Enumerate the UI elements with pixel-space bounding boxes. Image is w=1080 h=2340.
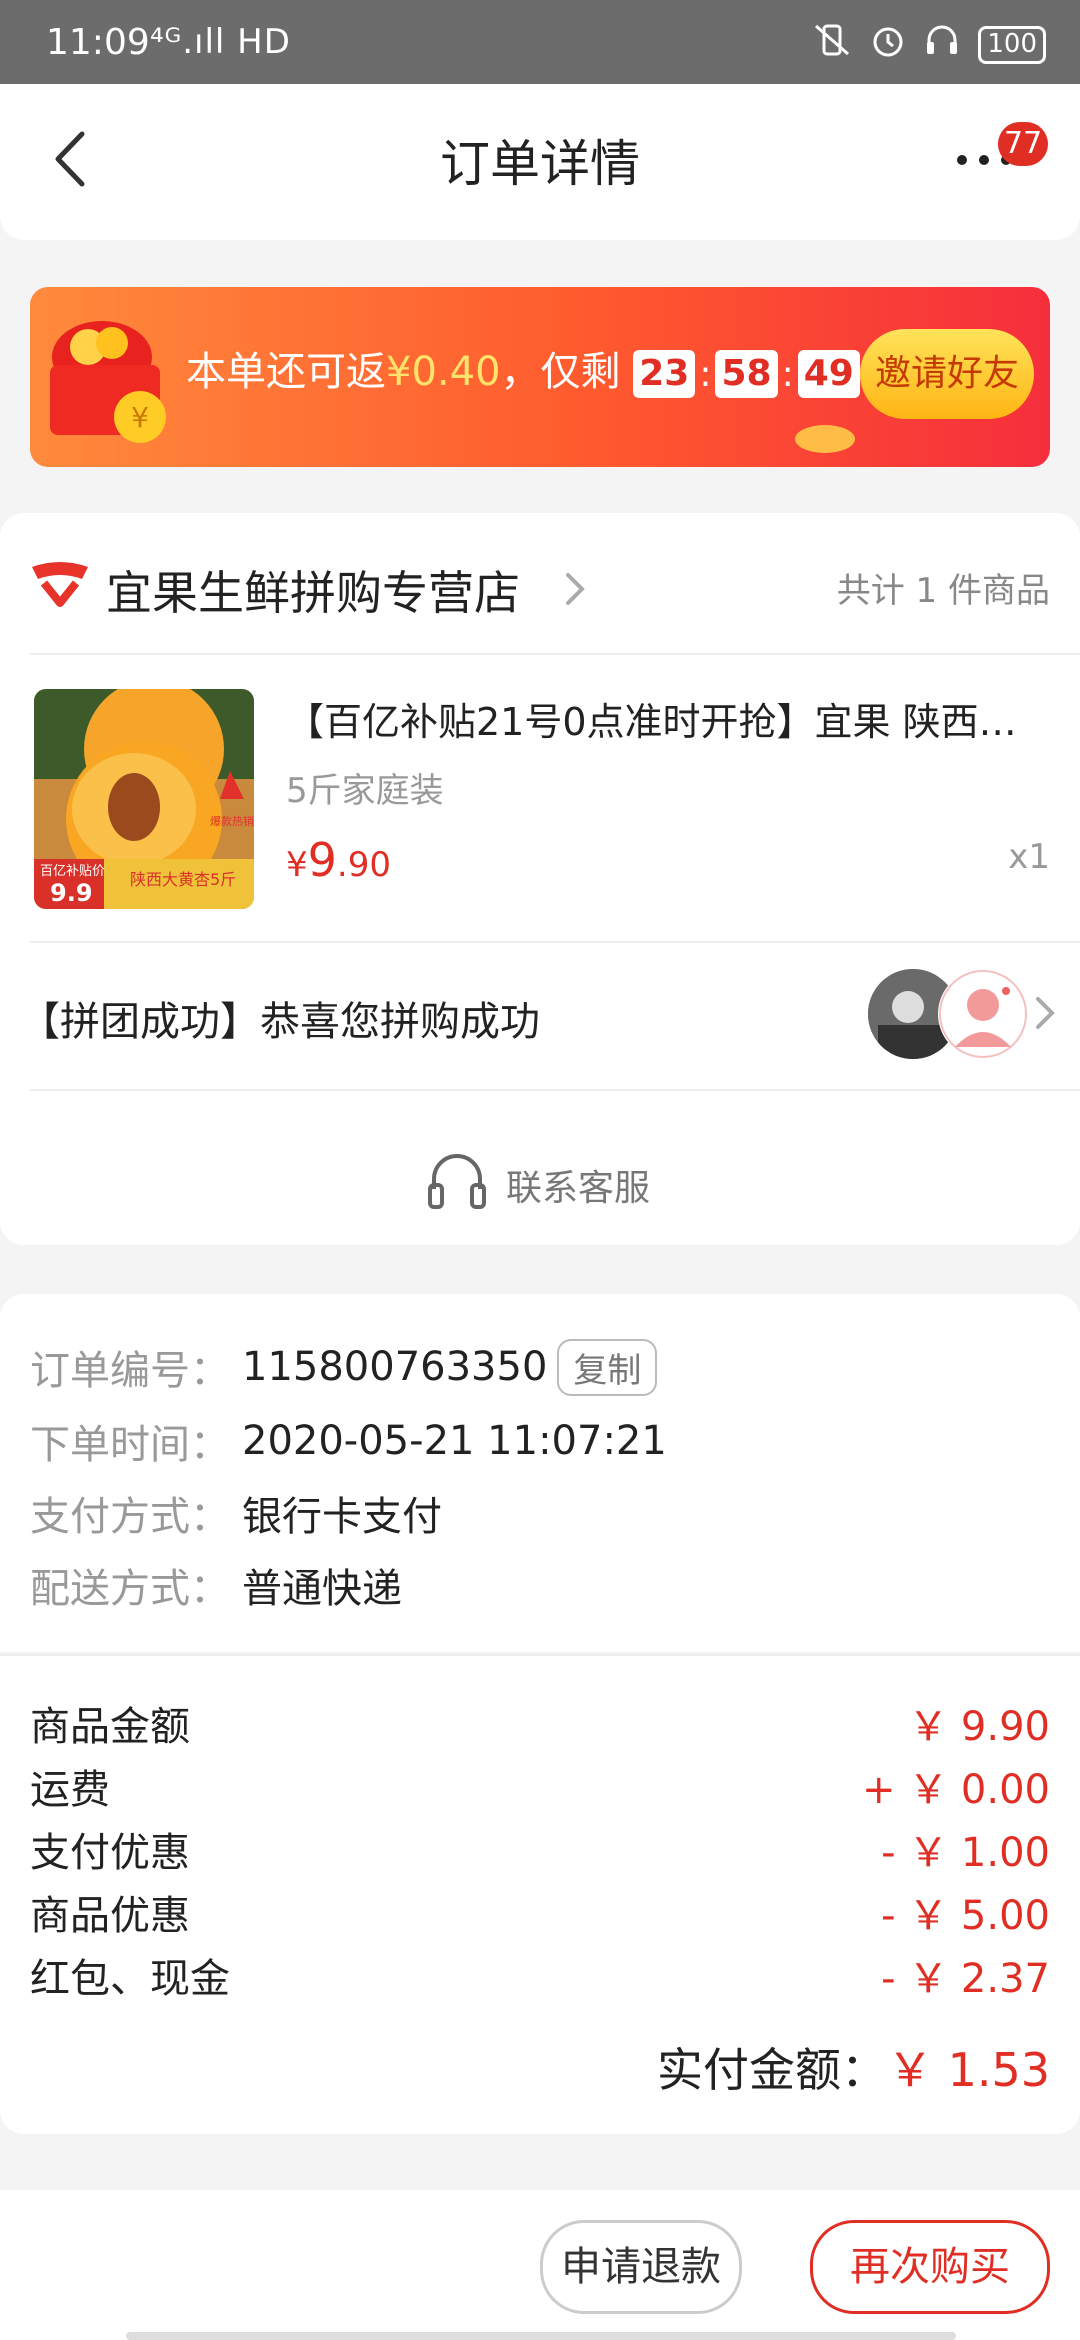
- divider: [30, 653, 1080, 655]
- amount-value: ￥ 9.90: [908, 1704, 1050, 1750]
- item-count: 共计 1 件商品: [836, 571, 1050, 611]
- contact-service-label: 联系客服: [506, 1168, 651, 1209]
- group-status[interactable]: 【拼团成功】恭喜您拼购成功: [20, 989, 540, 1047]
- delivery-method-value: 普通快递: [242, 1566, 402, 1612]
- divider: [0, 1654, 1080, 1656]
- image-tag-text: 百亿补贴价: [40, 864, 105, 879]
- banner-mid: ，仅剩: [500, 349, 621, 395]
- amount-label: 商品优惠: [30, 1893, 190, 1939]
- svg-text:¥: ¥: [131, 401, 149, 434]
- banner-text: 本单还可返¥0.40，仅剩 23:58:49: [186, 339, 860, 398]
- alarm-icon: [870, 22, 906, 67]
- nav-header: 订单详情 77: [0, 84, 1080, 240]
- copy-button[interactable]: 复制: [557, 1338, 658, 1396]
- total-label: 实付金额：: [656, 2043, 887, 2097]
- product-image[interactable]: 百亿补贴价 9.9 陕西大黄杏5斤 爆款热销: [34, 689, 254, 909]
- vibrate-mute-icon: [812, 22, 852, 67]
- amount-row: 运费 + ￥ 0.00: [30, 1757, 1050, 1815]
- chevron-right-icon[interactable]: [560, 569, 590, 609]
- image-hot-text: 爆款热销: [210, 814, 254, 828]
- amount-label: 运费: [30, 1767, 110, 1813]
- divider: [30, 1089, 1080, 1091]
- delivery-method-row: 配送方式： 普通快递: [30, 1556, 402, 1614]
- product-price: ¥9.90: [286, 833, 391, 887]
- amount-label: 支付优惠: [30, 1830, 190, 1876]
- avatar-placeholder: [938, 969, 1028, 1059]
- rebate-banner: ¥ 本单还可返¥0.40，仅剩 23:58:49 邀请好友: [30, 287, 1050, 467]
- status-bar: 11:09 ⁴ᴳ.ıll HD 100: [0, 0, 1080, 84]
- order-number-row: 订单编号： 115800763350 复制: [30, 1338, 658, 1396]
- notification-badge: 77: [998, 122, 1049, 166]
- order-time-row: 下单时间： 2020-05-21 11:07:21: [30, 1412, 667, 1470]
- store-logo-icon: [30, 557, 90, 613]
- contact-service-button[interactable]: 联系客服: [0, 1109, 1080, 1219]
- banner-prefix: 本单还可返: [186, 349, 386, 395]
- payment-method-label: 支付方式：: [30, 1494, 230, 1540]
- order-time-value: 2020-05-21 11:07:21: [242, 1418, 667, 1464]
- gesture-nav-bar[interactable]: [126, 2332, 956, 2340]
- headset-icon: [426, 1151, 488, 1213]
- request-refund-button[interactable]: 申请退款: [540, 2220, 742, 2314]
- amount-row: 商品优惠 - ￥ 5.00: [30, 1883, 1050, 1941]
- amount-value: + ￥ 0.00: [861, 1767, 1050, 1813]
- image-price-text: 9.9: [50, 879, 93, 907]
- order-time-label: 下单时间：: [30, 1422, 230, 1468]
- headset-icon: [924, 22, 960, 67]
- amount-value: - ￥ 2.37: [881, 1956, 1050, 2002]
- countdown-minutes: 58: [715, 350, 778, 398]
- countdown-colon: :: [699, 353, 712, 395]
- amount-value: - ￥ 5.00: [881, 1893, 1050, 1939]
- amount-label: 商品金额: [30, 1704, 190, 1750]
- product-spec: 5斤家庭装: [286, 771, 444, 811]
- page-title: 订单详情: [440, 135, 640, 193]
- total-value: ￥ 1.53: [886, 2043, 1050, 2097]
- battery-indicator: 100: [978, 25, 1046, 64]
- invite-friends-button[interactable]: 邀请好友: [860, 329, 1034, 419]
- divider: [30, 941, 1080, 943]
- amount-row: 商品金额 ￥ 9.90: [30, 1694, 1050, 1752]
- order-number-label: 订单编号：: [30, 1348, 230, 1394]
- order-info-card: 订单编号： 115800763350 复制 下单时间： 2020-05-21 1…: [0, 1294, 1080, 1652]
- rebate-amount: ¥0.40: [386, 349, 501, 395]
- store-card: 宜果生鲜拼购专营店 共计 1 件商品 百亿补贴价 9.9 陕西大黄杏5斤 爆款热…: [0, 513, 1080, 1245]
- amount-value: - ￥ 1.00: [881, 1830, 1050, 1876]
- coin-decoration-icon: [790, 417, 860, 457]
- bottom-action-bar: 申请退款 再次购买: [0, 2190, 1080, 2340]
- network-indicator: ⁴ᴳ.ıll HD: [150, 22, 291, 62]
- price-integer: 9: [307, 833, 337, 887]
- buy-again-button[interactable]: 再次购买: [810, 2220, 1050, 2314]
- delivery-method-label: 配送方式：: [30, 1566, 230, 1612]
- price-symbol: ¥: [286, 845, 308, 885]
- status-icons: 100: [812, 22, 1046, 67]
- amount-row: 红包、现金 - ￥ 2.37: [30, 1946, 1050, 2004]
- order-number-value: 115800763350: [242, 1344, 548, 1390]
- countdown-hours: 23: [633, 350, 696, 398]
- amount-row: 支付优惠 - ￥ 1.00: [30, 1820, 1050, 1878]
- amount-label: 红包、现金: [30, 1956, 230, 2002]
- image-caption-text: 陕西大黄杏5斤: [130, 870, 236, 889]
- product-title[interactable]: 【百亿补贴21号0点准时开抢】宜果 陕西大黄杏5斤: [286, 691, 1046, 746]
- store-name[interactable]: 宜果生鲜拼购专营店: [106, 557, 520, 623]
- price-decimal: .90: [336, 845, 391, 885]
- countdown-seconds: 49: [797, 350, 860, 398]
- status-time: 11:09: [46, 22, 150, 63]
- chevron-right-icon[interactable]: [1030, 993, 1060, 1033]
- total-paid: 实付金额：￥ 1.53: [657, 2034, 1050, 2100]
- payment-method-value: 银行卡支付: [242, 1494, 442, 1540]
- product-quantity: x1: [1008, 837, 1050, 877]
- amount-summary-card: 商品金额 ￥ 9.90 运费 + ￥ 0.00 支付优惠 - ￥ 1.00 商品…: [0, 1654, 1080, 2134]
- payment-method-row: 支付方式： 银行卡支付: [30, 1484, 442, 1542]
- red-envelope-icon: ¥: [40, 305, 180, 455]
- countdown-colon: :: [781, 353, 794, 395]
